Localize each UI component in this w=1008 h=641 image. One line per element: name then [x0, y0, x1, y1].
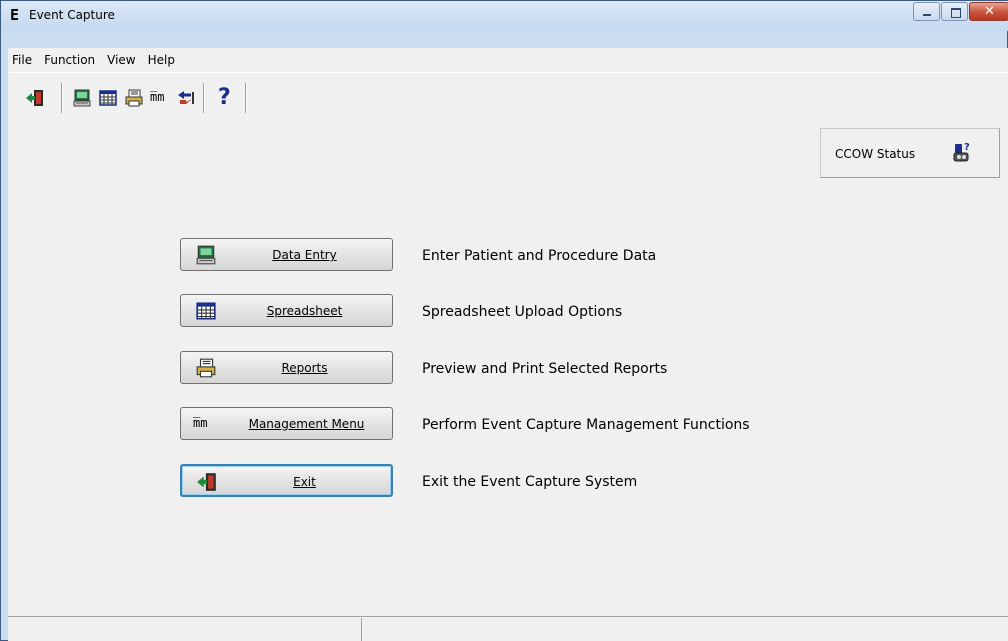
exit-description: Exit the Event Capture System [422, 474, 638, 490]
help-question-icon[interactable]: ? [218, 87, 238, 109]
management-menu-button[interactable]: m̅m Management Menu [180, 407, 393, 440]
toolbar-separator [245, 83, 247, 113]
svg-text:?: ? [964, 142, 970, 153]
close-icon: ✕ [984, 4, 995, 19]
close-button[interactable]: ✕ [969, 2, 1008, 21]
spreadsheet-label: Spreadsheet [266, 304, 343, 318]
data-entry-label: Data Entry [272, 248, 337, 262]
reports-printer-icon[interactable] [124, 88, 144, 108]
management-mm-icon: m̅m [193, 416, 208, 430]
data-entry-computer-icon [196, 245, 216, 265]
spreadsheet-button[interactable]: Spreadsheet [180, 294, 393, 327]
menu-help[interactable]: Help [142, 51, 181, 70]
data-entry-button[interactable]: Data Entry [180, 238, 393, 271]
spreadsheet-grid-icon[interactable] [98, 88, 118, 108]
ccow-status-panel[interactable]: CCOW Status ? [820, 128, 1000, 178]
menu-help-label: Help [147, 53, 175, 67]
spreadsheet-description: Spreadsheet Upload Options [422, 304, 623, 320]
management-menu-description: Perform Event Capture Management Functio… [422, 417, 750, 433]
app-icon: E [10, 6, 20, 24]
management-menu-label: Management Menu [248, 417, 365, 431]
menu-bar: File Function View Help [8, 48, 1008, 71]
caption-buttons: ✕ [913, 2, 1008, 22]
toolbar-separator [203, 83, 205, 113]
minimize-button[interactable] [913, 2, 940, 21]
exit-label: Exit [293, 475, 316, 489]
reports-label: Reports [281, 361, 328, 375]
window-title: Event Capture [29, 8, 115, 22]
maximize-button[interactable] [941, 2, 968, 21]
management-mm-icon[interactable]: m̅m [150, 89, 170, 109]
menu-view[interactable]: View [101, 51, 141, 70]
menu-view-label: View [107, 53, 136, 67]
menu-function-label: Function [44, 53, 96, 67]
swap-arrows-icon[interactable] [176, 88, 196, 108]
exit-door-icon [197, 473, 216, 491]
ccow-status-label: CCOW Status [835, 147, 916, 161]
title-bar[interactable]: E Event Capture ✕ [1, 1, 1008, 31]
data-entry-computer-icon[interactable] [72, 88, 92, 108]
status-pane [8, 618, 362, 641]
toolbar-separator [61, 83, 63, 113]
reports-button[interactable]: Reports [180, 351, 393, 384]
menu-function[interactable]: Function [38, 51, 101, 70]
ccow-link-icon: ? [953, 142, 970, 162]
data-entry-description: Enter Patient and Procedure Data [422, 248, 657, 264]
reports-description: Preview and Print Selected Reports [422, 361, 668, 377]
reports-printer-icon [196, 358, 216, 378]
exit-door-icon[interactable] [25, 88, 45, 108]
exit-button[interactable]: Exit [180, 464, 393, 497]
menu-file-label: File [12, 53, 33, 67]
menu-file[interactable]: File [12, 51, 38, 70]
spreadsheet-grid-icon [196, 302, 216, 320]
